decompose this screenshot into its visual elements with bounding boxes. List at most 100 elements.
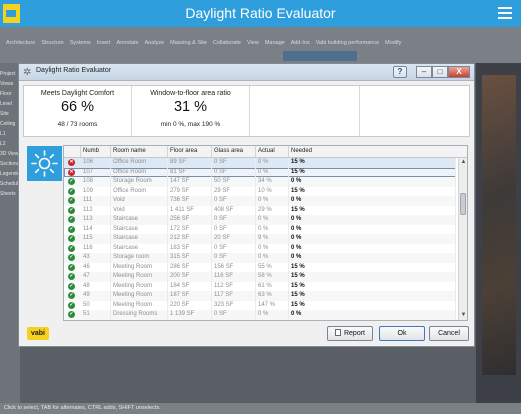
tree-item[interactable]: L2 (0, 139, 20, 149)
ribbon-tab[interactable]: Annotate (117, 40, 139, 46)
column-header-numb[interactable]: Numb (81, 146, 111, 157)
ribbon-tab[interactable]: Add-Ins (291, 40, 310, 46)
table-row[interactable]: ✓ 114 Staircase 172 SF 0 SF 0 % 0 % (64, 224, 456, 235)
minimize-button[interactable]: – (416, 66, 432, 78)
ribbon-tab[interactable]: Insert (97, 40, 111, 46)
cell-actual: 34 % (256, 177, 289, 187)
revit-ribbon: Architecture Structure Systems Insert Annota… (0, 27, 521, 63)
cell-needed[interactable]: 0 % (289, 215, 456, 225)
check-icon: ✓ (68, 197, 75, 205)
ribbon-tab[interactable]: Structure (41, 40, 63, 46)
tree-item[interactable]: L1 (0, 129, 20, 139)
column-header-actual[interactable]: Actual (256, 146, 289, 157)
daylight-dialog: ✲ Daylight Ratio Evaluator ? – □ X Meets… (18, 63, 475, 347)
cell-needed[interactable]: 0 % (289, 234, 456, 244)
cell-needed[interactable]: 15 % (289, 281, 456, 292)
tree-item[interactable]: Sections (0, 159, 20, 169)
tree-item[interactable]: Site (0, 109, 20, 119)
cell-needed[interactable]: 0 % (289, 243, 456, 254)
table-row[interactable]: ✓ 49 Meeting Room 187 SF 117 SF 63 % 15 % (64, 291, 456, 301)
ribbon-tab[interactable]: Analyze (145, 40, 165, 46)
cell-needed[interactable]: 15 % (289, 300, 456, 311)
table-row[interactable]: ✓ 111 Void 736 SF 0 SF 0 % 0 % (64, 196, 456, 206)
tree-item[interactable]: Project (0, 69, 20, 79)
cell-name: Office Room (111, 167, 168, 178)
cell-needed[interactable]: 15 % (289, 186, 456, 197)
table-row[interactable]: ✕ 106 Office Room 89 SF 0 SF 0 % 15 % (64, 158, 456, 168)
table-row[interactable]: ✓ 112 Void 1 411 SF 408 SF 29 % 15 % (64, 205, 456, 216)
help-button[interactable]: ? (393, 66, 407, 78)
scroll-thumb[interactable] (460, 193, 466, 215)
table-row[interactable]: ✓ 113 Staircase 256 SF 0 SF 0 % 0 % (64, 215, 456, 225)
project-tree: Project Views Floor Level Site Ceiling L1 L2 3D … (0, 69, 20, 199)
cell-needed[interactable]: 0 % (289, 310, 456, 320)
cell-actual: 61 % (256, 281, 289, 292)
table-row[interactable]: ✓ 109 Office Room 279 SF 29 SF 10 % 15 % (64, 186, 456, 197)
tree-item[interactable]: Level (0, 99, 20, 109)
ribbon-tab[interactable]: Architecture (6, 40, 35, 46)
ribbon-tab[interactable]: Vabi building performance (316, 40, 380, 46)
table-row[interactable]: ✓ 48 Meeting Room 184 SF 112 SF 61 % 15 % (64, 281, 456, 292)
table-row[interactable]: ✓ 50 Meeting Room 220 SF 323 SF 147 % 15 % (64, 300, 456, 311)
cell-floor: 256 SF (168, 215, 212, 225)
cell-numb: 43 (81, 253, 111, 263)
column-header-floor-area[interactable]: Floor area (168, 146, 212, 157)
cell-needed[interactable]: 0 % (289, 224, 456, 235)
ribbon-tab[interactable]: Manage (265, 40, 285, 46)
ribbon-tab[interactable]: Systems (70, 40, 91, 46)
ribbon-tab[interactable]: Collaborate (213, 40, 241, 46)
cell-numb: 113 (81, 215, 111, 225)
table-row[interactable]: ✓ 46 Meeting Room 286 SF 156 SF 55 % 15 % (64, 262, 456, 273)
tree-item[interactable]: 3D Views (0, 149, 20, 159)
cell-numb: 115 (81, 234, 111, 244)
cancel-button[interactable]: Cancel (429, 326, 469, 341)
cell-needed[interactable]: 0 % (289, 177, 456, 187)
cell-needed[interactable]: 0 % (289, 253, 456, 263)
tree-item[interactable]: Ceiling (0, 119, 20, 129)
cell-glass: 0 SF (212, 310, 256, 320)
tree-item[interactable]: Sheets (0, 189, 20, 199)
column-header-room-name[interactable]: Room name (111, 146, 168, 157)
tree-item[interactable]: Legends (0, 169, 20, 179)
close-button[interactable]: X (448, 66, 470, 78)
cell-floor: 286 SF (168, 262, 212, 273)
scroll-up-icon[interactable]: ▲ (459, 158, 467, 167)
table-row[interactable]: ✕ 107 Office Room 81 SF 0 SF 0 % 15 % (64, 167, 456, 178)
column-header-status[interactable] (64, 146, 81, 157)
scroll-down-icon[interactable]: ▼ (459, 311, 467, 320)
table-scrollbar[interactable]: ▲ ▼ (458, 158, 467, 320)
table-row[interactable]: ✓ 116 Staircase 183 SF 0 SF 0 % 0 % (64, 243, 456, 254)
dialog-titlebar[interactable]: ✲ Daylight Ratio Evaluator ? – □ X (19, 64, 474, 81)
cell-glass: 50 SF (212, 177, 256, 187)
menu-icon[interactable] (498, 7, 512, 19)
ribbon-tab[interactable]: Modify (385, 40, 401, 46)
cell-glass: 0 SF (212, 243, 256, 254)
cell-needed[interactable]: 0 % (289, 196, 456, 206)
column-header-glass-area[interactable]: Glass area (212, 146, 256, 157)
report-button[interactable]: Report (327, 326, 373, 341)
cell-floor: 279 SF (168, 186, 212, 197)
cell-needed[interactable]: 15 % (289, 262, 456, 273)
ok-button[interactable]: Ok (379, 326, 425, 341)
cell-needed[interactable]: 15 % (289, 291, 456, 301)
table-row[interactable]: ✓ 108 Storage Room 147 SF 50 SF 34 % 0 % (64, 177, 456, 187)
cell-needed[interactable]: 15 % (289, 158, 456, 168)
cell-actual: 0 % (256, 253, 289, 263)
cell-needed[interactable]: 15 % (289, 167, 456, 178)
cell-floor: 200 SF (168, 272, 212, 282)
tree-item[interactable]: Floor (0, 89, 20, 99)
cell-floor: 212 SF (168, 234, 212, 244)
ribbon-tab[interactable]: Massing & Site (170, 40, 207, 46)
table-row[interactable]: ✓ 43 Storage room 315 SF 0 SF 0 % 0 % (64, 253, 456, 263)
cell-needed[interactable]: 15 % (289, 272, 456, 282)
table-row[interactable]: ✓ 115 Staircase 212 SF 20 SF 9 % 0 % (64, 234, 456, 244)
cell-needed[interactable]: 15 % (289, 205, 456, 216)
tree-item[interactable]: Schedules (0, 179, 20, 189)
ribbon-tab[interactable]: View (247, 40, 259, 46)
column-header-needed[interactable]: Needed (289, 146, 458, 157)
table-row[interactable]: ✓ 47 Meeting Room 200 SF 116 SF 58 % 15 % (64, 272, 456, 282)
maximize-button[interactable]: □ (432, 66, 448, 78)
table-row[interactable]: ✓ 51 Dressing Rooms 1 139 SF 0 SF 0 % 0 % (64, 310, 456, 320)
tree-item[interactable]: Views (0, 79, 20, 89)
cell-name: Meeting Room (111, 272, 168, 282)
